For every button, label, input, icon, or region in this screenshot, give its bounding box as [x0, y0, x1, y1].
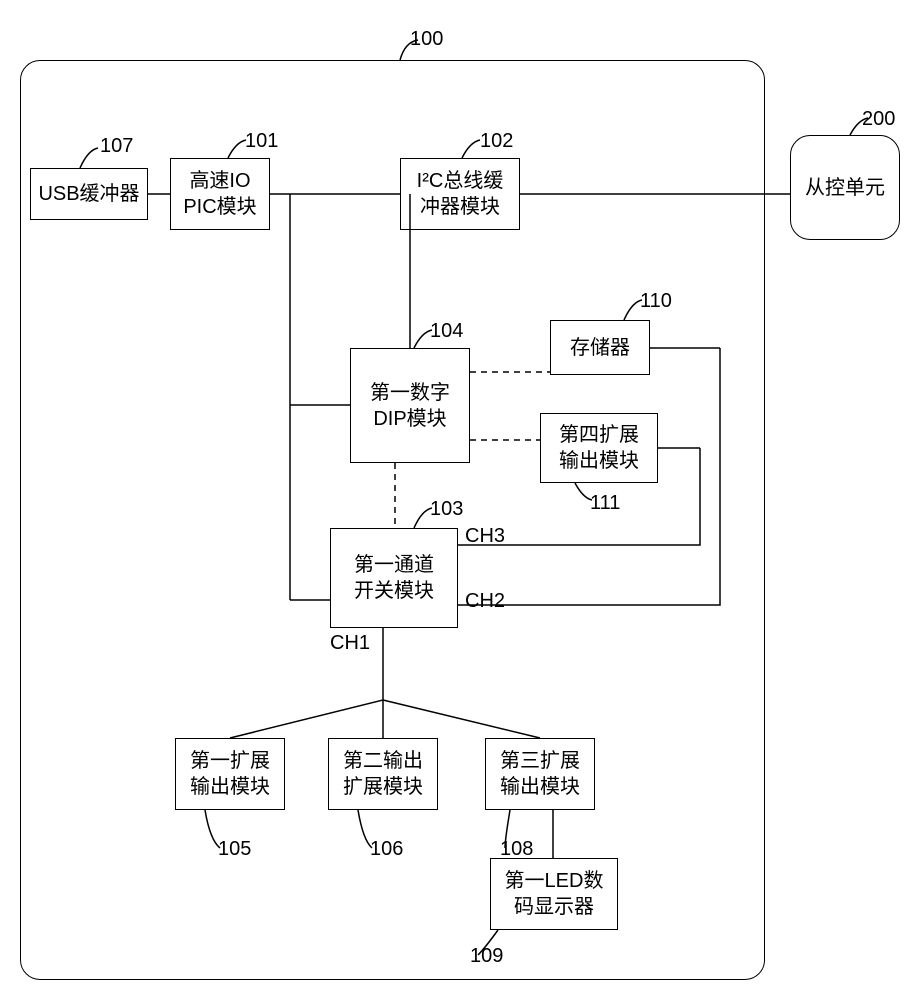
box-105-first-ext-output: 第一扩展 输出模块 — [175, 738, 285, 810]
box-109-first-led-display: 第一LED数 码显示器 — [490, 858, 618, 930]
ref-105: 105 — [218, 838, 251, 861]
label-ch2: CH2 — [465, 590, 505, 613]
box-102-line1: I²C总线缓 — [417, 168, 504, 194]
ref-106: 106 — [370, 838, 403, 861]
ref-109: 109 — [470, 945, 503, 968]
ref-108: 108 — [500, 838, 533, 861]
box-109-line1: 第一LED数 — [505, 868, 604, 894]
box-111-line2: 输出模块 — [559, 448, 639, 474]
box-105-line2: 输出模块 — [190, 774, 270, 800]
ref-110: 110 — [640, 290, 672, 313]
label-ch1: CH1 — [330, 632, 370, 655]
ref-103: 103 — [430, 498, 463, 521]
box-110-memory: 存储器 — [550, 320, 650, 375]
box-107-usb-buffer: USB缓冲器 — [30, 168, 148, 220]
box-104-line1: 第一数字 — [370, 380, 450, 406]
box-101-line2: PIC模块 — [183, 194, 256, 220]
box-108-third-ext-output: 第三扩展 输出模块 — [485, 738, 595, 810]
box-200-label: 从控单元 — [805, 175, 885, 201]
box-104-line2: DIP模块 — [373, 406, 446, 432]
box-108-line1: 第三扩展 — [500, 748, 580, 774]
diagram-canvas: USB缓冲器 高速IO PIC模块 I²C总线缓 冲器模块 从控单元 第一数字 … — [0, 0, 916, 1000]
box-108-line2: 输出模块 — [500, 774, 580, 800]
box-103-line1: 第一通道 — [354, 552, 434, 578]
box-109-line2: 码显示器 — [514, 894, 594, 920]
box-106-line2: 扩展模块 — [343, 774, 423, 800]
box-106-second-output-ext: 第二输出 扩展模块 — [328, 738, 438, 810]
ref-100: 100 — [410, 28, 443, 51]
ref-102: 102 — [480, 130, 513, 153]
ref-104: 104 — [430, 320, 463, 343]
box-200-slave-unit: 从控单元 — [790, 135, 900, 240]
box-106-line1: 第二输出 — [343, 748, 423, 774]
box-107-label: USB缓冲器 — [38, 181, 139, 207]
ref-111: 111 — [590, 492, 620, 515]
box-103-line2: 开关模块 — [354, 578, 434, 604]
box-105-line1: 第一扩展 — [190, 748, 270, 774]
box-101-highspeed-io-pic: 高速IO PIC模块 — [170, 158, 270, 230]
box-104-first-digital-dip: 第一数字 DIP模块 — [350, 348, 470, 463]
box-101-line1: 高速IO — [189, 168, 250, 194]
box-110-label: 存储器 — [570, 335, 630, 361]
ref-101: 101 — [245, 130, 278, 153]
label-ch3: CH3 — [465, 525, 505, 548]
box-103-first-channel-switch: 第一通道 开关模块 — [330, 528, 458, 628]
ref-107: 107 — [100, 135, 133, 158]
box-111-fourth-ext-output: 第四扩展 输出模块 — [540, 413, 658, 483]
box-111-line1: 第四扩展 — [559, 422, 639, 448]
box-102-i2c-bus-buffer: I²C总线缓 冲器模块 — [400, 158, 520, 230]
box-102-line2: 冲器模块 — [420, 194, 500, 220]
ref-200: 200 — [862, 108, 895, 131]
